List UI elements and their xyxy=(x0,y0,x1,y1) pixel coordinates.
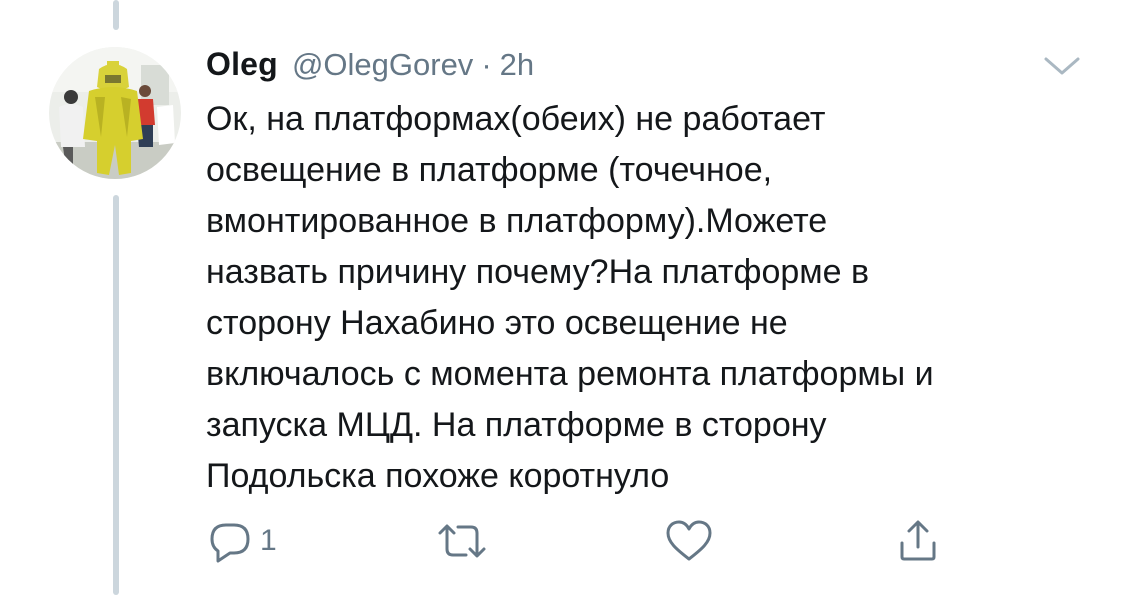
tweet-text-line: включалось с момента ремонта платформы и xyxy=(206,355,934,393)
tweet-text-line: запуска МЦД. На платформе в сторону xyxy=(206,406,827,444)
user-handle[interactable]: @OlegGorev xyxy=(292,47,473,83)
retweet-icon xyxy=(434,517,490,565)
reply-button[interactable]: 1 xyxy=(206,516,277,566)
reply-icon xyxy=(206,517,254,565)
separator-dot: · xyxy=(481,47,492,82)
tweet-text-line: освещение в платформе (точечное, xyxy=(206,151,773,189)
tweet-text-line: Ок, на платформах(обеих) не работает xyxy=(206,100,826,138)
thread-line-top xyxy=(113,0,119,30)
retweet-button[interactable] xyxy=(434,516,490,566)
share-icon xyxy=(894,517,942,565)
tweet-text-line: Подольска похоже коротнуло xyxy=(206,457,670,495)
display-name[interactable]: Oleg xyxy=(206,46,278,83)
reply-count: 1 xyxy=(260,524,277,557)
heart-icon xyxy=(664,517,714,565)
tweet-text-line: назвать причину почему?На платформе в xyxy=(206,253,870,291)
timestamp[interactable]: 2h xyxy=(500,47,534,83)
like-button[interactable] xyxy=(664,516,714,566)
chevron-down-icon[interactable] xyxy=(1042,54,1082,78)
tweet-text-line: вмонтированное в платформу).Можете xyxy=(206,202,828,240)
thread-line-bottom xyxy=(113,195,119,595)
tweet-header: Oleg @OlegGorev · 2h xyxy=(206,46,534,86)
share-button[interactable] xyxy=(894,516,942,566)
tweet-text-line: сторону Нахабино это освещение не xyxy=(206,304,788,342)
avatar[interactable] xyxy=(49,47,181,179)
tweet-text: Ок, на платформах(обеих) не работает осв… xyxy=(206,94,1106,502)
